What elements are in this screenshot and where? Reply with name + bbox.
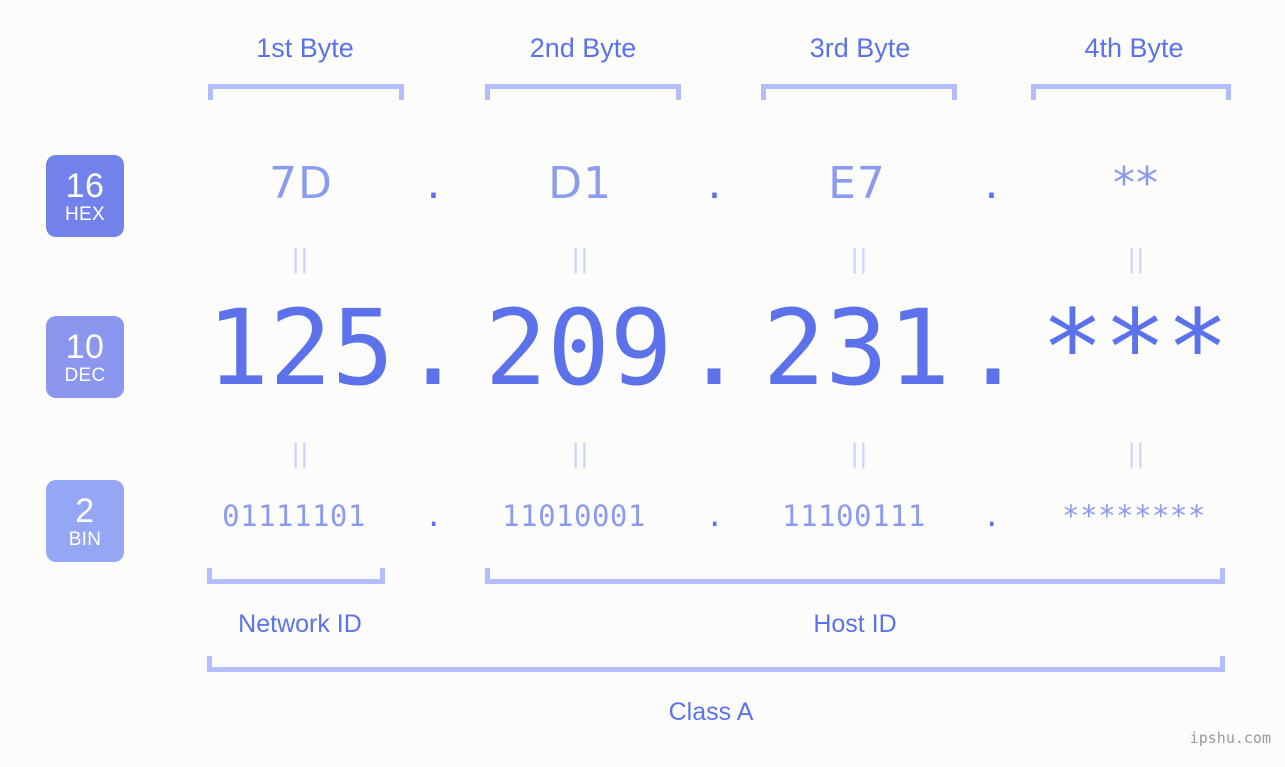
byte-bracket-top-1: [208, 84, 404, 100]
base-badge-hex-abbr: HEX: [65, 203, 105, 225]
base-badge-dec-number: 10: [65, 327, 105, 366]
hex-separator-dot-1: .: [426, 158, 442, 209]
byte-header-label-4: 4th Byte: [1084, 33, 1184, 63]
hex-byte-value-3: E7: [828, 158, 886, 209]
base-badge-dec-abbr: DEC: [64, 364, 106, 386]
base-badge-dec: 10 DEC: [46, 316, 124, 398]
hex-byte-value-1: 7D: [269, 158, 333, 209]
network-id-label: Network ID: [238, 610, 362, 638]
ip-byte-breakdown-diagram: 1st Byte 2nd Byte 3rd Byte 4th Byte 16 H…: [0, 0, 1285, 767]
equality-mark-hex-dec-3: ||: [850, 244, 868, 274]
equality-mark-dec-bin-4: ||: [1127, 439, 1145, 469]
base-badge-hex: 16 HEX: [46, 155, 124, 237]
equality-mark-hex-dec-4: ||: [1127, 244, 1145, 274]
equality-mark-dec-bin-2: ||: [571, 439, 589, 469]
network-id-bracket: [207, 568, 385, 584]
dec-byte-value-4: ***: [1041, 287, 1229, 409]
dec-byte-value-2: 209: [484, 287, 673, 409]
hex-byte-value-4: **: [1113, 158, 1159, 209]
byte-header-label-2: 2nd Byte: [529, 33, 637, 63]
bin-byte-value-4: ********: [1062, 499, 1206, 533]
equality-mark-hex-dec-2: ||: [571, 244, 589, 274]
base-badge-bin-abbr: BIN: [68, 528, 102, 550]
hex-separator-dot-3: .: [984, 158, 1000, 209]
bin-separator-dot-1: .: [425, 499, 443, 533]
byte-header-label-3: 3rd Byte: [809, 33, 911, 63]
base-badge-bin-number: 2: [75, 491, 95, 530]
hex-byte-value-2: D1: [548, 158, 612, 209]
bin-separator-dot-3: .: [983, 499, 1001, 533]
site-watermark: ipshu.com: [1189, 729, 1271, 747]
byte-bracket-top-3: [761, 84, 957, 100]
class-bracket: [207, 656, 1225, 672]
byte-header-label-1: 1st Byte: [256, 33, 354, 63]
equality-mark-dec-bin-1: ||: [291, 439, 309, 469]
dec-byte-value-1: 125: [206, 287, 395, 409]
hex-separator-dot-2: .: [707, 158, 723, 209]
base-badge-bin: 2 BIN: [46, 480, 124, 562]
host-id-bracket: [485, 568, 1225, 584]
base-badge-hex-number: 16: [65, 166, 105, 205]
byte-bracket-top-2: [485, 84, 681, 100]
dec-separator-dot-2: .: [682, 287, 746, 409]
bin-byte-value-2: 11010001: [502, 499, 646, 533]
bin-byte-value-1: 01111101: [222, 499, 366, 533]
dec-separator-dot-3: .: [961, 287, 1025, 409]
equality-mark-dec-bin-3: ||: [850, 439, 868, 469]
equality-mark-hex-dec-1: ||: [291, 244, 309, 274]
dec-byte-value-3: 231: [762, 287, 951, 409]
host-id-label: Host ID: [813, 610, 897, 638]
bin-byte-value-3: 11100111: [782, 499, 926, 533]
byte-bracket-top-4: [1031, 84, 1231, 100]
bin-separator-dot-2: .: [706, 499, 724, 533]
class-label: Class A: [668, 698, 754, 726]
dec-separator-dot-1: .: [401, 287, 465, 409]
